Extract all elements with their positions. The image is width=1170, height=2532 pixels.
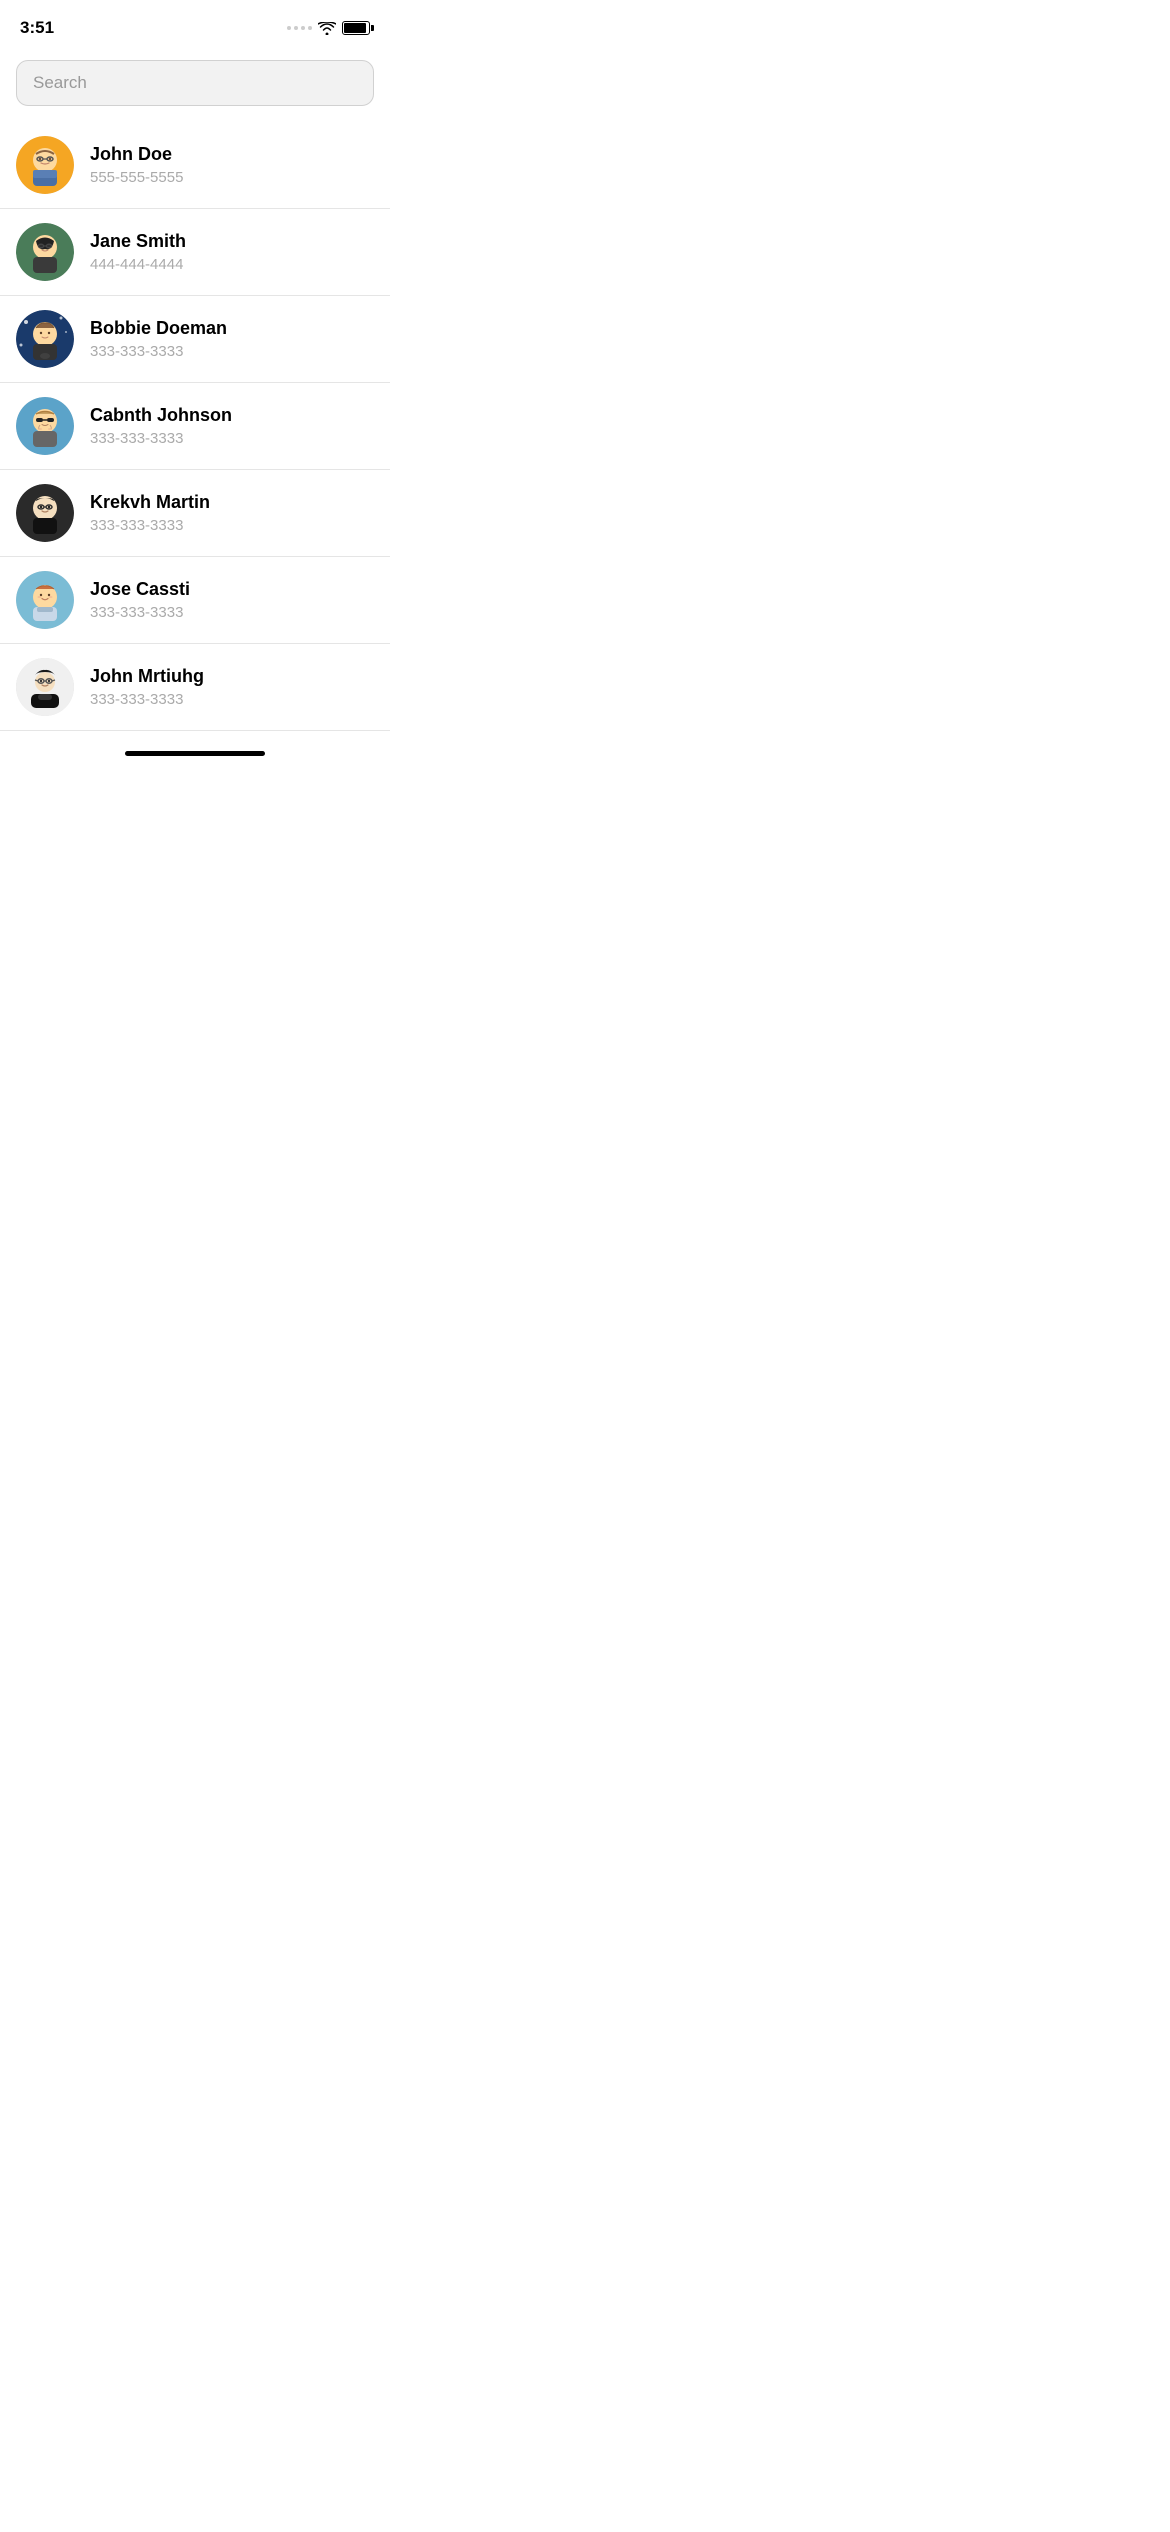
contact-phone: 333-333-3333	[90, 604, 374, 621]
list-item[interactable]: Bobbie Doeman 333-333-3333	[0, 296, 390, 383]
status-time: 3:51	[20, 18, 54, 38]
home-indicator	[0, 731, 390, 766]
contact-name: Jose Cassti	[90, 579, 374, 600]
search-container	[0, 50, 390, 122]
avatar	[16, 571, 74, 629]
battery-icon	[342, 21, 370, 35]
contact-name: John Mrtiuhg	[90, 666, 374, 687]
contact-info: Bobbie Doeman 333-333-3333	[90, 318, 374, 360]
search-input[interactable]	[16, 60, 374, 106]
contact-phone: 333-333-3333	[90, 517, 374, 534]
list-item[interactable]: Jane Smith 444-444-4444	[0, 209, 390, 296]
avatar	[16, 136, 74, 194]
contact-info: Krekvh Martin 333-333-3333	[90, 492, 374, 534]
status-icons	[287, 21, 370, 35]
contact-list: John Doe 555-555-5555 Jane Smith 444-444…	[0, 122, 390, 731]
contact-phone: 444-444-4444	[90, 256, 374, 273]
contact-phone: 333-333-3333	[90, 691, 374, 708]
contact-phone: 555-555-5555	[90, 169, 374, 186]
home-bar	[125, 751, 265, 756]
wifi-icon	[318, 22, 336, 35]
avatar	[16, 397, 74, 455]
list-item[interactable]: Jose Cassti 333-333-3333	[0, 557, 390, 644]
contact-info: Jane Smith 444-444-4444	[90, 231, 374, 273]
contact-info: Cabnth Johnson 333-333-3333	[90, 405, 374, 447]
contact-name: Jane Smith	[90, 231, 374, 252]
avatar	[16, 310, 74, 368]
signal-icon	[287, 26, 312, 30]
avatar	[16, 658, 74, 716]
list-item[interactable]: John Mrtiuhg 333-333-3333	[0, 644, 390, 731]
contact-name: Cabnth Johnson	[90, 405, 374, 426]
contact-info: John Mrtiuhg 333-333-3333	[90, 666, 374, 708]
contact-info: John Doe 555-555-5555	[90, 144, 374, 186]
contact-name: John Doe	[90, 144, 374, 165]
contact-name: Bobbie Doeman	[90, 318, 374, 339]
avatar	[16, 223, 74, 281]
contact-info: Jose Cassti 333-333-3333	[90, 579, 374, 621]
avatar	[16, 484, 74, 542]
list-item[interactable]: Krekvh Martin 333-333-3333	[0, 470, 390, 557]
list-item[interactable]: Cabnth Johnson 333-333-3333	[0, 383, 390, 470]
contact-name: Krekvh Martin	[90, 492, 374, 513]
contact-phone: 333-333-3333	[90, 343, 374, 360]
contact-phone: 333-333-3333	[90, 430, 374, 447]
status-bar: 3:51	[0, 0, 390, 50]
list-item[interactable]: John Doe 555-555-5555	[0, 122, 390, 209]
